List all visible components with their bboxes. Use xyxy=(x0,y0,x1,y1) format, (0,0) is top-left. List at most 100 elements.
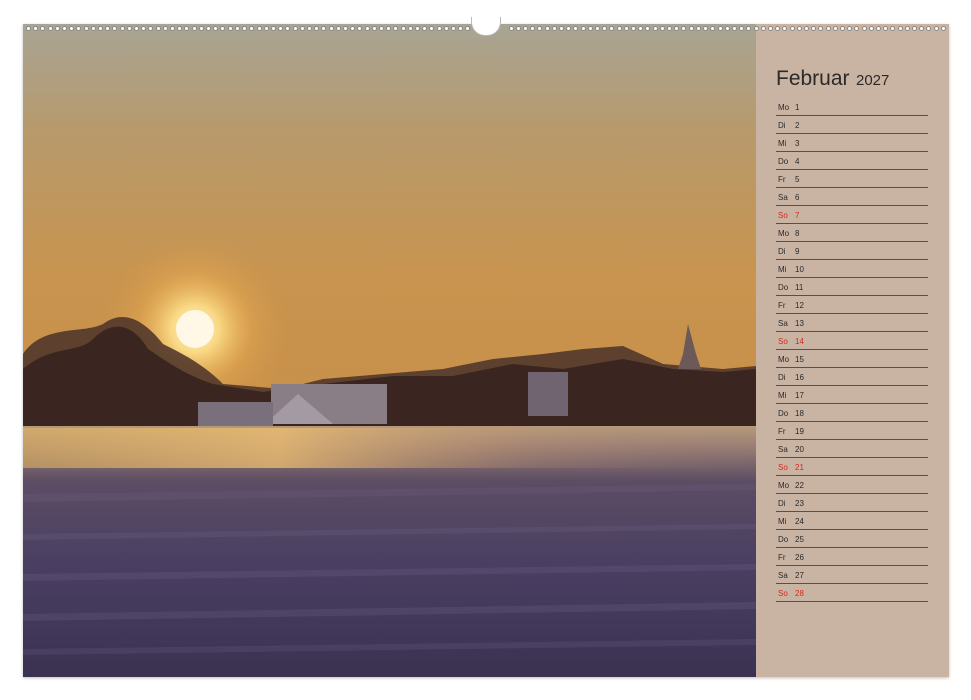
binding-hole xyxy=(335,25,341,31)
day-name: Mi xyxy=(778,139,787,148)
month-title: Februar 2027 xyxy=(776,67,889,91)
binding-hole xyxy=(47,25,53,31)
binding-hole xyxy=(62,25,68,31)
binding-hole xyxy=(623,25,629,31)
binding-hole xyxy=(681,25,687,31)
day-row: Sa 13 xyxy=(776,314,928,332)
binding-hole xyxy=(811,25,817,31)
day-date: 3 xyxy=(795,139,800,148)
binding-hole xyxy=(249,25,255,31)
binding-hole xyxy=(270,25,276,31)
binding-hole xyxy=(299,25,305,31)
day-date: 11 xyxy=(795,283,804,292)
day-row: Fr 12 xyxy=(776,296,928,314)
day-name: Sa xyxy=(778,571,788,580)
binding-hole xyxy=(875,25,881,31)
day-date: 23 xyxy=(795,499,804,508)
month-year: 2027 xyxy=(855,72,890,89)
binding-hole xyxy=(753,25,759,31)
binding-hole xyxy=(789,25,795,31)
binding-hole xyxy=(731,25,737,31)
day-date: 7 xyxy=(795,211,800,220)
binding-hole xyxy=(242,25,248,31)
binding-hole xyxy=(595,25,601,31)
day-row: Mo 8 xyxy=(776,224,928,242)
binding-hole xyxy=(184,25,190,31)
day-row: Fr 5 xyxy=(776,170,928,188)
binding-hole xyxy=(854,25,860,31)
day-name: Di xyxy=(778,373,786,382)
day-row: Sa 6 xyxy=(776,188,928,206)
binding-hole xyxy=(256,25,262,31)
month-name: Februar xyxy=(776,67,850,90)
binding-hole xyxy=(155,25,161,31)
binding-hole xyxy=(703,25,709,31)
day-date: 25 xyxy=(795,535,804,544)
binding-hole xyxy=(839,25,845,31)
day-row: Sa 20 xyxy=(776,440,928,458)
binding-hole xyxy=(378,25,384,31)
day-row: Fr 19 xyxy=(776,422,928,440)
binding-hole xyxy=(559,25,565,31)
winter-sunset-photo xyxy=(23,24,756,677)
day-date: 20 xyxy=(795,445,804,454)
binding-hole xyxy=(911,25,917,31)
binding-hole xyxy=(717,25,723,31)
day-name: Fr xyxy=(778,175,786,184)
binding-hole xyxy=(890,25,896,31)
binding-hole xyxy=(278,25,284,31)
binding-hole xyxy=(767,25,773,31)
binding-hole xyxy=(883,25,889,31)
day-row: Fr 26 xyxy=(776,548,928,566)
binding-hole xyxy=(263,25,269,31)
binding-hole xyxy=(105,25,111,31)
day-date: 19 xyxy=(795,427,804,436)
day-row: So 7 xyxy=(776,206,928,224)
binding-hole xyxy=(119,25,125,31)
day-date: 24 xyxy=(795,517,804,526)
binding-hole xyxy=(198,25,204,31)
binding-hole xyxy=(350,25,356,31)
binding-hole xyxy=(674,25,680,31)
binding-hole xyxy=(710,25,716,31)
binding-hole xyxy=(760,25,766,31)
binding-hole xyxy=(227,25,233,31)
day-date: 28 xyxy=(795,589,804,598)
day-name: Sa xyxy=(778,445,788,454)
day-row: Sa 27 xyxy=(776,566,928,584)
day-name: So xyxy=(778,211,788,220)
binding-hole xyxy=(616,25,622,31)
binding-hole xyxy=(537,25,543,31)
day-name: Fr xyxy=(778,553,786,562)
binding-hole xyxy=(724,25,730,31)
day-name: So xyxy=(778,463,788,472)
binding-hole xyxy=(357,25,363,31)
binding-hole xyxy=(69,25,75,31)
day-name: Do xyxy=(778,409,789,418)
day-row: Mi 3 xyxy=(776,134,928,152)
binding-hole xyxy=(919,25,925,31)
binding-hole xyxy=(659,25,665,31)
binding-hole xyxy=(450,25,456,31)
binding-hole xyxy=(832,25,838,31)
binding-hole xyxy=(292,25,298,31)
binding-hole xyxy=(645,25,651,31)
day-date: 1 xyxy=(795,103,800,112)
day-name: Mo xyxy=(778,355,790,364)
day-name: Do xyxy=(778,535,789,544)
binding-hole xyxy=(688,25,694,31)
day-date: 27 xyxy=(795,571,804,580)
binding-hole xyxy=(393,25,399,31)
binding-hole xyxy=(602,25,608,31)
day-date: 12 xyxy=(795,301,804,310)
binding-hole xyxy=(782,25,788,31)
binding-hole xyxy=(314,25,320,31)
day-row: Mi 24 xyxy=(776,512,928,530)
binding-hole xyxy=(796,25,802,31)
day-name: Sa xyxy=(778,319,788,328)
day-row: Do 25 xyxy=(776,530,928,548)
binding-hole xyxy=(191,25,197,31)
binding-hole xyxy=(371,25,377,31)
binding-hole xyxy=(328,25,334,31)
day-row: Di 9 xyxy=(776,242,928,260)
